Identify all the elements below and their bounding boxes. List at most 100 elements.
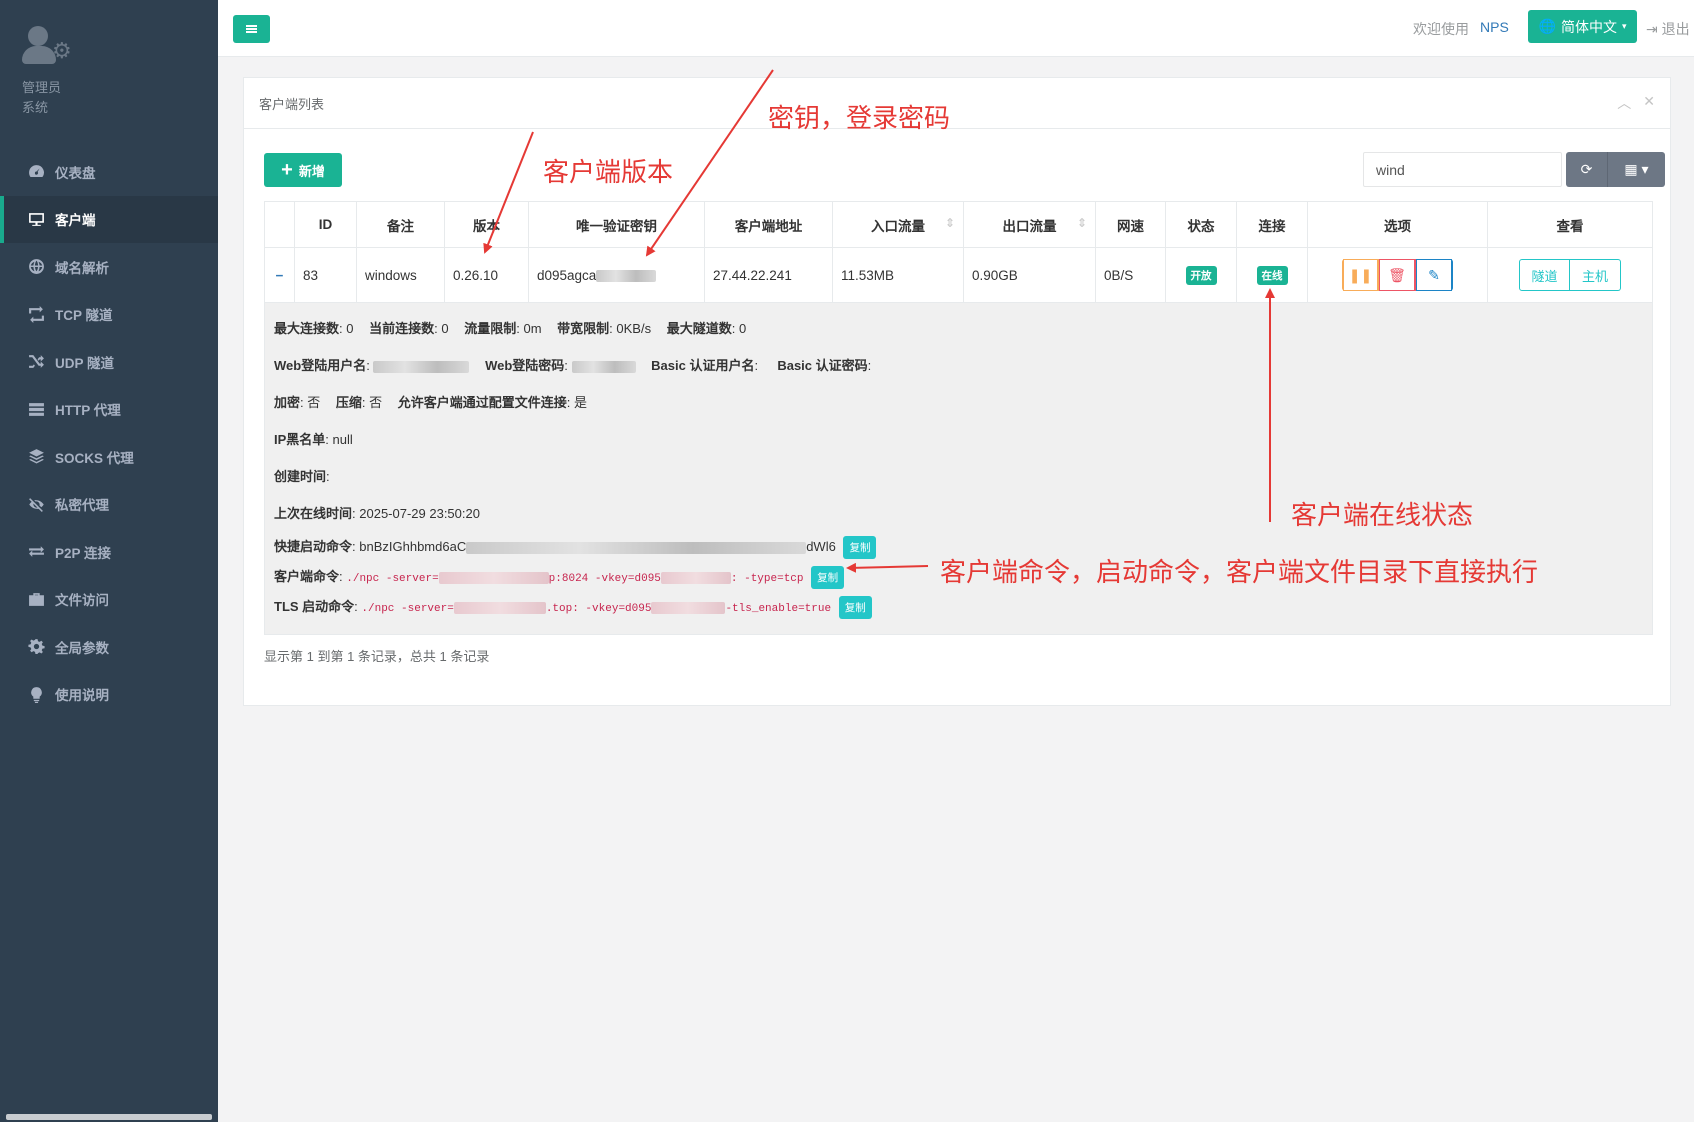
nps-link[interactable]: NPS: [1480, 19, 1509, 35]
sidebar-item-domain[interactable]: 域名解析: [0, 243, 218, 291]
sidebar-item-udp[interactable]: UDP 隧道: [0, 338, 218, 386]
columns-button[interactable]: ▦ ▾: [1608, 152, 1665, 187]
columns-icon: ▦ ▾: [1624, 161, 1649, 177]
tls-cmd-part: .top: -vkey=d095: [545, 603, 652, 615]
dashboard-icon: [26, 162, 46, 182]
sidebar: ⚙ 管理员 系统 仪表盘 客户端 域名解析 TCP 隧道 UDP 隧道 HTTP…: [0, 0, 218, 1122]
cell-address: 27.44.22.241: [704, 247, 833, 303]
header-connection[interactable]: 连接: [1236, 201, 1308, 248]
online-badge: 在线: [1256, 265, 1288, 285]
detail-client-cmd: 客户端命令: ./npc -server= p:8024 -vkey=d095: …: [274, 566, 845, 590]
header-address[interactable]: 客户端地址: [704, 201, 833, 248]
refresh-button[interactable]: ⟳: [1566, 152, 1608, 187]
detail-quick-cmd: 快捷启动命令: bnBzIGhhbmd6aC dWl6 复制: [274, 536, 877, 560]
cell-options: ❚❚ 🗑 ✎: [1307, 247, 1488, 303]
add-client-button[interactable]: + 新增: [264, 153, 342, 187]
language-label: 简体中文: [1560, 18, 1617, 35]
globe-icon: 🌐: [1538, 18, 1556, 34]
close-icon[interactable]: ✕: [1643, 93, 1655, 113]
tls-cmd-label: TLS 启动命令: [274, 599, 355, 614]
annotation-version: 客户端版本: [543, 158, 674, 188]
view-host-button[interactable]: 主机: [1570, 259, 1621, 291]
pause-icon: ❚❚: [1343, 259, 1378, 291]
gear-icon: [26, 637, 46, 657]
redacted-mask: [651, 601, 726, 614]
caret-down-icon: ▾: [1621, 21, 1627, 31]
sidebar-item-clients[interactable]: 客户端: [0, 195, 218, 243]
refresh-icon: ⟳: [1580, 161, 1593, 177]
client-cmd-label: 客户端命令: [274, 569, 340, 584]
client-cmd-part: : -type=tcp: [730, 573, 804, 585]
profile-role: 管理员: [22, 80, 62, 95]
compress-value: 否: [369, 395, 383, 410]
collapse-icon[interactable]: ︿: [1617, 93, 1631, 113]
sidebar-item-tcp[interactable]: TCP 隧道: [0, 291, 218, 339]
detail-limits: 最大连接数: 0 当前连接数: 0 流量限制: 0m 带宽限制: 0KB/s 最…: [274, 321, 747, 336]
welcome-text: 欢迎使用: [1413, 21, 1469, 37]
vkey-text: d095agca: [537, 267, 597, 283]
max-conn-value: 0: [346, 321, 354, 336]
sidebar-item-file[interactable]: 文件访问: [0, 576, 218, 624]
cur-conn-value: 0: [441, 321, 449, 336]
sidebar-item-global[interactable]: 全局参数: [0, 623, 218, 671]
table-row: − 83 windows 0.26.10 d095agca 27.44.22.2…: [264, 247, 1653, 303]
sidebar-item-label: 全局参数: [55, 640, 109, 656]
hamburger-icon: [246, 25, 257, 33]
delete-button[interactable]: 🗑: [1379, 259, 1416, 291]
pause-button[interactable]: ❚❚: [1342, 259, 1379, 291]
cell-outflow: 0.90GB: [963, 247, 1096, 303]
header-remark[interactable]: 备注: [356, 201, 445, 248]
header-status[interactable]: 状态: [1165, 201, 1237, 248]
logout-link[interactable]: ⇥ 退出: [1646, 19, 1690, 39]
edit-button[interactable]: ✎: [1416, 259, 1453, 291]
table-tools: ⟳ ▦ ▾: [1566, 152, 1665, 187]
flow-limit-label: 流量限制: [464, 321, 517, 336]
sidebar-item-p2p[interactable]: P2P 连接: [0, 528, 218, 576]
header-id[interactable]: ID: [294, 201, 357, 248]
sidebar-item-socks[interactable]: SOCKS 代理: [0, 433, 218, 481]
header-version[interactable]: 版本: [444, 201, 529, 248]
profile: ⚙ 管理员 系统: [0, 0, 218, 140]
header-speed[interactable]: 网速: [1095, 201, 1166, 248]
collapse-row-icon[interactable]: −: [264, 247, 295, 303]
redacted-mask: [438, 571, 549, 584]
menu-toggle-button[interactable]: [233, 15, 270, 43]
cur-conn-label: 当前连接数: [369, 321, 435, 336]
panel-title: 客户端列表: [259, 96, 325, 112]
language-dropdown[interactable]: 🌐 简体中文 ▾: [1528, 10, 1637, 43]
sidebar-item-label: UDP 隧道: [55, 355, 115, 371]
max-tunnel-value: 0: [738, 321, 747, 336]
view-tunnel-button[interactable]: 隧道: [1519, 259, 1570, 291]
layers-icon: [26, 447, 46, 467]
sidebar-scrollbar[interactable]: [6, 1114, 212, 1120]
sidebar-item-label: TCP 隧道: [55, 308, 113, 324]
search-input[interactable]: [1363, 152, 1562, 187]
sidebar-item-secret[interactable]: 私密代理: [0, 481, 218, 529]
detail-last-online: 上次在线时间: 2025-07-29 23:50:20: [274, 506, 480, 521]
edit-icon: ✎: [1416, 259, 1452, 291]
cell-status: 开放: [1165, 247, 1237, 303]
copy-client-cmd-button[interactable]: 复制: [811, 566, 845, 590]
exchange-icon: [26, 542, 46, 562]
basic-user-label: Basic 认证用户名: [651, 358, 755, 373]
header-outflow[interactable]: 出口流量: [963, 201, 1096, 248]
copy-quick-cmd-button[interactable]: 复制: [843, 536, 877, 560]
detail-tls-cmd: TLS 启动命令: ./npc -server= .top: -vkey=d095…: [274, 596, 872, 620]
created-label: 创建时间: [274, 469, 327, 484]
client-list-panel: 客户端列表 ︿ ✕ + 新增 ⟳ ▦ ▾ ID 备注 版本 唯一验证密钥 客户端…: [243, 77, 1671, 706]
header-vkey[interactable]: 唯一验证密钥: [528, 201, 705, 248]
encrypt-value: 否: [307, 395, 321, 410]
max-tunnel-label: 最大隧道数: [666, 321, 732, 336]
cell-id: 83: [294, 247, 357, 303]
sidebar-item-label: 私密代理: [55, 498, 109, 514]
sidebar-item-help[interactable]: 使用说明: [0, 671, 218, 719]
sidebar-item-dashboard[interactable]: 仪表盘: [0, 148, 218, 196]
header-inflow[interactable]: 入口流量: [832, 201, 964, 248]
sidebar-item-http[interactable]: HTTP 代理: [0, 386, 218, 434]
annotation-key: 密钥，登录密码: [768, 104, 951, 134]
annotation-command: 客户端命令，启动命令，客户端文件目录下直接执行: [940, 558, 1539, 588]
sidebar-item-label: SOCKS 代理: [55, 450, 134, 466]
sidebar-nav: 仪表盘 客户端 域名解析 TCP 隧道 UDP 隧道 HTTP 代理 SOCKS…: [0, 148, 218, 718]
top-navbar: 欢迎使用 NPS 🌐 简体中文 ▾ ⇥ 退出: [218, 0, 1694, 57]
copy-tls-cmd-button[interactable]: 复制: [838, 596, 872, 620]
